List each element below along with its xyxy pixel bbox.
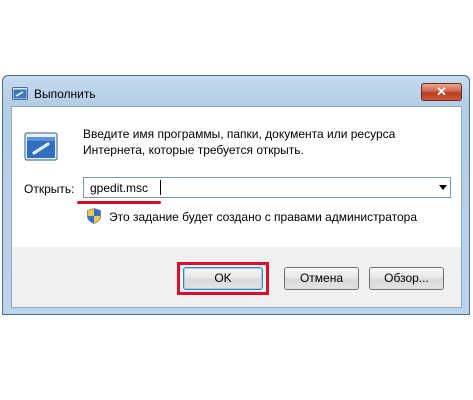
open-label: Открыть: [24, 182, 75, 196]
run-icon [12, 87, 28, 100]
open-input[interactable]: gpedit.msc [90, 181, 148, 195]
close-button[interactable]: ✕ [421, 83, 462, 101]
text-caret [160, 180, 161, 195]
description-line-1: Введите имя программы, папки, документа … [83, 127, 396, 141]
input-underline-annotation [77, 201, 161, 204]
ok-highlight-annotation [177, 262, 269, 295]
dialog-body: Введите имя программы, папки, документа … [11, 106, 462, 308]
chevron-down-icon[interactable] [439, 185, 447, 190]
admin-note: Это задание будет создано с правами адми… [109, 210, 418, 224]
run-dialog: Выполнить ✕ Введите имя программы, папки… [2, 75, 470, 315]
title-bar[interactable]: Выполнить ✕ [3, 76, 469, 106]
close-icon: ✕ [436, 84, 447, 99]
cancel-button[interactable]: Отмена [284, 267, 359, 290]
open-combobox[interactable]: gpedit.msc [83, 177, 451, 198]
window-title: Выполнить [34, 87, 96, 101]
run-icon [24, 132, 58, 161]
uac-shield-icon [87, 208, 101, 224]
description-text: Введите имя программы, папки, документа … [83, 126, 453, 158]
description-line-2: Интернета, которые требуется открыть. [83, 143, 304, 157]
browse-button[interactable]: Обзор... [369, 267, 444, 290]
